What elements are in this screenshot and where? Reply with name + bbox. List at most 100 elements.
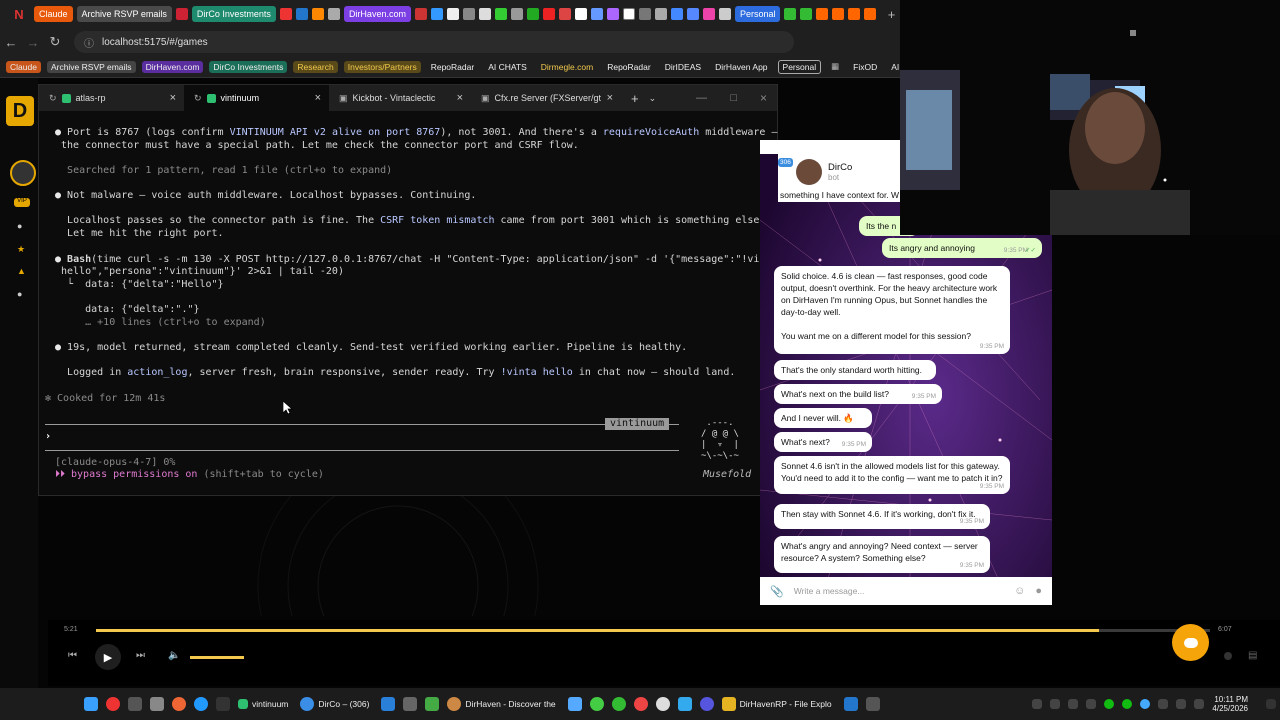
bookmark-fixod[interactable]: FixOD xyxy=(849,61,881,73)
tab-favicon[interactable] xyxy=(864,8,877,20)
bookmark-investors-partners[interactable]: Investors/Partners xyxy=(343,60,421,73)
tray-icon[interactable] xyxy=(1032,699,1043,709)
terminal-icon[interactable] xyxy=(216,697,230,711)
tray-icon[interactable] xyxy=(1068,699,1079,709)
tray-icon[interactable] xyxy=(1104,699,1115,709)
message-input[interactable]: Write a message... xyxy=(794,586,1004,596)
app-icon[interactable] xyxy=(106,697,120,711)
app-icon[interactable] xyxy=(655,697,670,711)
tab-favicon[interactable] xyxy=(686,8,699,20)
tray-icon[interactable] xyxy=(1050,699,1061,709)
tab-favicon[interactable] xyxy=(446,8,459,20)
forward-arrow-icon[interactable]: → xyxy=(22,31,44,53)
bookmark-reporadar[interactable]: RepoRadar xyxy=(427,61,478,73)
bookmark-ai-chats[interactable]: AI CHATS xyxy=(484,61,531,73)
vscode-icon[interactable] xyxy=(381,697,396,711)
tab-favicon[interactable] xyxy=(832,8,845,20)
tab-personal[interactable]: Personal xyxy=(734,6,781,22)
start-windows-icon[interactable] xyxy=(84,697,98,711)
tab-claude[interactable]: Claude xyxy=(34,6,73,22)
chat-title[interactable]: DirCo xyxy=(828,162,852,173)
app-icon[interactable] xyxy=(150,697,164,711)
reload-icon[interactable]: ↻ xyxy=(44,31,66,53)
fire-icon[interactable]: ▲ xyxy=(17,266,26,276)
tab-favicon[interactable] xyxy=(638,8,651,20)
close-tab-icon[interactable]: × xyxy=(315,92,321,104)
tab-favicon[interactable] xyxy=(670,8,683,20)
app-icon[interactable] xyxy=(425,697,440,711)
tab-favicon[interactable] xyxy=(784,8,797,20)
site-logo[interactable]: D xyxy=(6,96,34,126)
steam-icon[interactable] xyxy=(567,697,582,711)
tab-favicon[interactable] xyxy=(462,8,475,20)
tab-favicon[interactable] xyxy=(478,8,491,20)
message-icon[interactable]: ● xyxy=(17,289,22,299)
tab-favicon[interactable] xyxy=(558,8,571,20)
minimize-icon[interactable]: — xyxy=(696,92,707,104)
play-button[interactable]: ▶ xyxy=(95,644,121,670)
notifications-icon[interactable] xyxy=(1266,699,1276,709)
volume-slider[interactable] xyxy=(190,656,244,659)
tab-favicon[interactable] xyxy=(327,8,340,20)
tab-favicon[interactable] xyxy=(590,8,603,20)
volume-icon[interactable]: 🔈 xyxy=(168,650,180,661)
tab-favicon[interactable] xyxy=(311,8,324,20)
wifi-icon[interactable] xyxy=(1176,699,1187,709)
tab-favicon[interactable] xyxy=(430,8,443,20)
taskbar-item-dirhaven[interactable]: DirHaven - Discover the xyxy=(465,699,555,709)
volume-icon[interactable] xyxy=(1194,699,1205,709)
terminal-tab-atlas-rp[interactable]: ↻ atlas-rp × xyxy=(39,85,184,111)
close-tab-icon[interactable]: × xyxy=(457,92,463,104)
tab-favicon[interactable] xyxy=(654,8,667,20)
bookmark-research[interactable]: Research xyxy=(293,60,338,73)
bookmark-reporadar-2[interactable]: RepoRadar xyxy=(603,61,654,73)
close-tab-icon[interactable]: × xyxy=(607,92,613,104)
bookmark-dirideas[interactable]: DirIDEAS xyxy=(661,61,705,73)
chrome-icon[interactable] xyxy=(611,697,626,711)
avatar[interactable] xyxy=(10,160,36,186)
close-tab-icon[interactable]: × xyxy=(170,92,176,104)
bookmark-personal[interactable]: Personal xyxy=(777,59,822,74)
tab-favicon[interactable] xyxy=(542,8,555,20)
site-info-icon[interactable]: ⓘ xyxy=(84,35,94,50)
tab-favicon[interactable] xyxy=(175,8,188,20)
new-tab-plus-icon[interactable]: + xyxy=(631,91,639,106)
bookmark-dirco-investments[interactable]: DirCo Investments xyxy=(209,60,288,73)
chat-icon[interactable]: ● xyxy=(17,221,22,231)
vscode-icon[interactable] xyxy=(843,697,858,711)
clock-date[interactable]: 4/25/2026 xyxy=(1212,704,1248,713)
bookmark-archive-rsvp[interactable]: Archive RSVP emails xyxy=(46,60,136,73)
chat-bubble-button[interactable] xyxy=(1172,624,1209,661)
tab-dirhaven[interactable]: DirHaven.com xyxy=(343,6,411,22)
tab-favicon[interactable] xyxy=(816,8,829,20)
tab-favicon[interactable] xyxy=(702,8,715,20)
app-icon[interactable] xyxy=(865,697,880,711)
avatar[interactable] xyxy=(796,159,822,185)
terminal-tab-kickbot[interactable]: ▣ Kickbot - Vintaclectic × xyxy=(329,85,471,111)
tab-favicon[interactable] xyxy=(800,8,813,20)
browser-menu-icon[interactable]: N xyxy=(8,3,30,25)
chrome-icon[interactable] xyxy=(633,697,648,711)
emoji-icon[interactable]: ☺ xyxy=(1014,585,1025,597)
tab-favicon[interactable] xyxy=(848,8,861,20)
tab-dropdown-chevron-icon[interactable]: ⌄ xyxy=(649,93,657,104)
edge-icon[interactable] xyxy=(194,697,208,711)
settings-dot-icon[interactable] xyxy=(1224,652,1232,660)
discord-icon[interactable] xyxy=(699,697,714,711)
tab-favicon[interactable] xyxy=(295,8,308,20)
terminal-tab-vintinuum[interactable]: ↻ vintinuum × xyxy=(184,85,329,111)
tray-icon[interactable] xyxy=(1158,699,1169,709)
tab-archive-rsvp[interactable]: Archive RSVP emails xyxy=(76,6,172,22)
bookmark-dirmegle[interactable]: Dirmegle.com xyxy=(537,61,597,73)
tab-favicon[interactable] xyxy=(510,8,523,20)
tray-icon[interactable] xyxy=(1086,699,1097,709)
message-composer[interactable]: 📎 Write a message... ☺ ● xyxy=(760,577,1052,605)
firefox-icon[interactable] xyxy=(172,697,186,711)
chrome-icon[interactable] xyxy=(589,697,604,711)
tray-icon[interactable] xyxy=(1140,699,1151,709)
fullscreen-icon[interactable]: ▤ xyxy=(1248,650,1257,661)
apps-grid-icon[interactable]: ▦ xyxy=(827,60,843,73)
tray-icon[interactable] xyxy=(1122,699,1133,709)
bookmark-claude[interactable]: Claude xyxy=(6,60,41,73)
maximize-icon[interactable]: □ xyxy=(730,92,737,104)
